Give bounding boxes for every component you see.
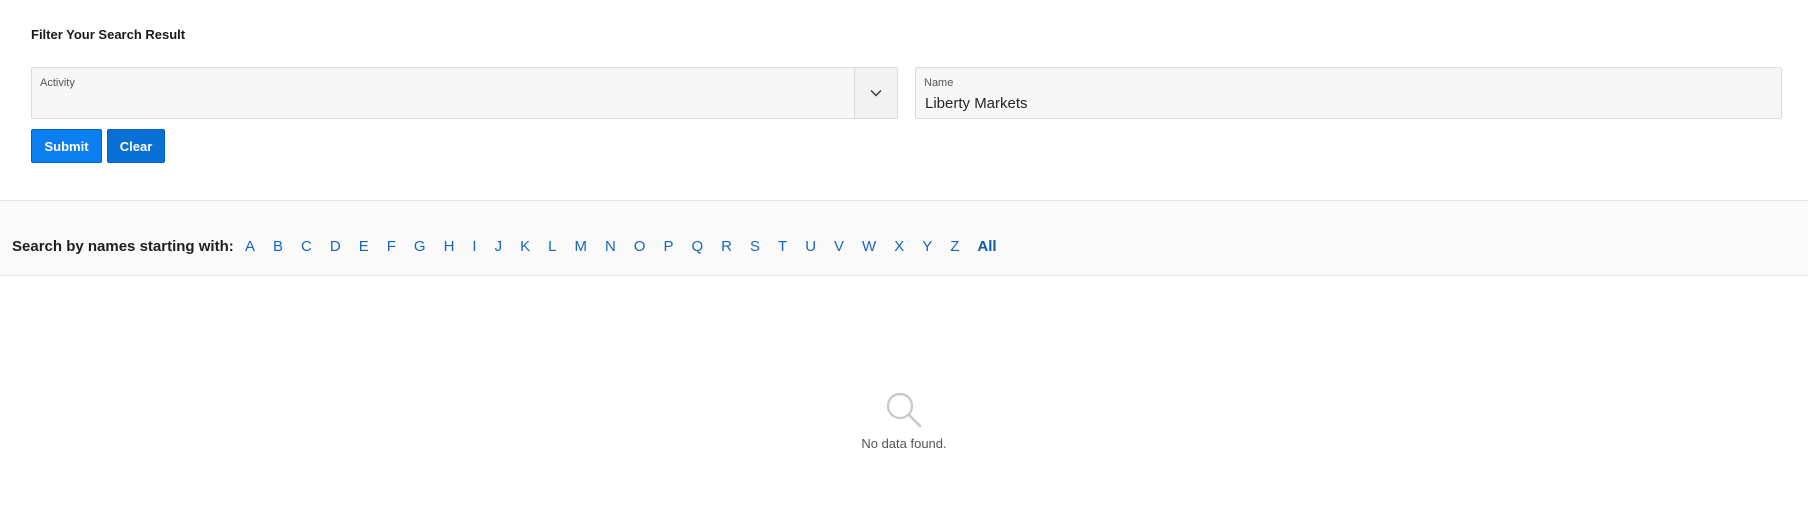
filter-region: Filter Your Search Result Activity Name … — [0, 0, 1808, 200]
empty-message: No data found. — [861, 436, 947, 451]
search-icon — [886, 392, 922, 428]
alphabet-link-j[interactable]: J — [486, 238, 512, 256]
alphabet-link-m[interactable]: M — [565, 238, 596, 256]
alphabet-link-c[interactable]: C — [292, 238, 321, 256]
alphabet-link-u[interactable]: U — [796, 238, 825, 256]
filter-heading: Filter Your Search Result — [31, 27, 186, 42]
submit-button[interactable]: Submit — [31, 129, 102, 163]
alphabet-link-n[interactable]: N — [596, 238, 625, 256]
alphabet-link-z[interactable]: Z — [941, 238, 968, 256]
chevron-down-icon — [870, 90, 882, 97]
alphabet-link-y[interactable]: Y — [913, 238, 941, 256]
activity-label: Activity — [40, 77, 75, 89]
alphabet-link-b[interactable]: B — [264, 238, 292, 256]
name-label: Name — [924, 77, 954, 89]
name-value[interactable]: Liberty Markets — [925, 95, 1028, 112]
alphabet-link-all[interactable]: All — [968, 238, 1005, 256]
alphabet-links: A B C D E F G H I J K L M N O P Q R S T U V W X Y Z All — [236, 238, 1006, 256]
clear-button[interactable]: Clear — [107, 129, 165, 163]
empty-state: No data found. — [0, 390, 1808, 451]
alphabet-link-d[interactable]: D — [321, 238, 350, 256]
activity-dropdown-toggle[interactable] — [854, 68, 897, 118]
alphabet-link-g[interactable]: G — [405, 238, 435, 256]
name-field[interactable]: Name Liberty Markets — [915, 67, 1782, 119]
alphabet-link-h[interactable]: H — [435, 238, 464, 256]
alphabet-link-f[interactable]: F — [378, 238, 405, 256]
alphabet-link-a[interactable]: A — [236, 238, 264, 256]
alphabet-link-p[interactable]: P — [654, 238, 682, 256]
alphabet-link-w[interactable]: W — [853, 238, 885, 256]
alphabet-link-l[interactable]: L — [539, 238, 565, 256]
alphabet-link-r[interactable]: R — [712, 238, 741, 256]
alphabet-link-v[interactable]: V — [825, 238, 853, 256]
alphabet-link-o[interactable]: O — [625, 238, 655, 256]
alphabet-link-i[interactable]: I — [463, 238, 485, 256]
alphabet-link-s[interactable]: S — [741, 238, 769, 256]
alphabet-link-q[interactable]: Q — [682, 238, 712, 256]
alphabet-link-e[interactable]: E — [350, 238, 378, 256]
activity-select[interactable]: Activity — [31, 67, 898, 119]
alphabet-link-k[interactable]: K — [511, 238, 539, 256]
alphabet-link-t[interactable]: T — [769, 238, 796, 256]
alphabet-link-x[interactable]: X — [885, 238, 913, 256]
alphabet-label: Search by names starting with: — [12, 238, 234, 255]
